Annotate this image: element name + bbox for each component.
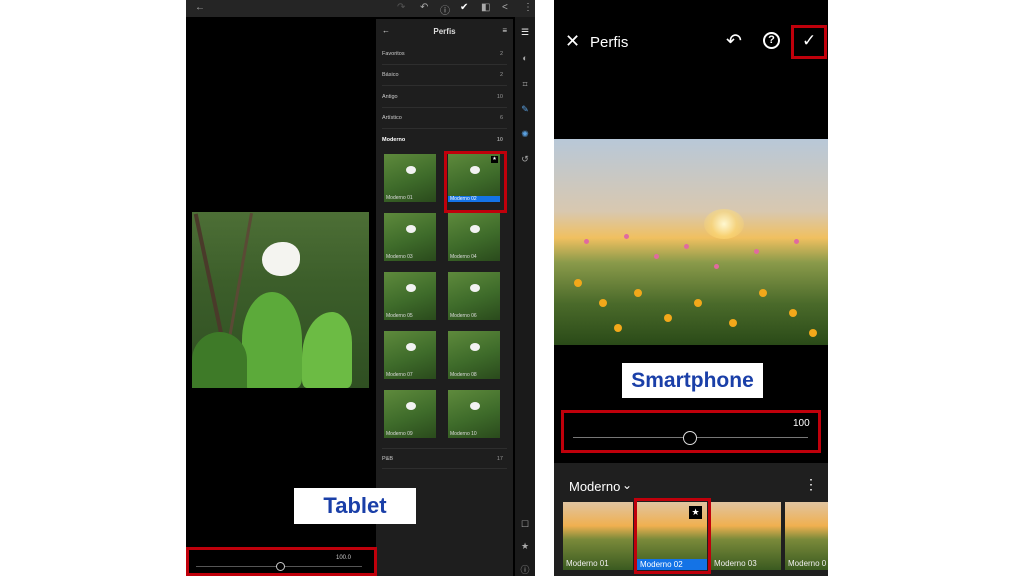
panel-header: ← Perfis ≡ <box>376 19 513 44</box>
category-moderno[interactable]: Moderno 10 <box>382 130 507 151</box>
sliders-icon[interactable]: ☰ <box>515 27 535 38</box>
crop-icon[interactable]: ⌗ <box>515 79 535 90</box>
undo-icon[interactable]: ↶ <box>726 30 742 53</box>
profile-thumb[interactable]: Moderno 08 <box>448 331 500 379</box>
undo-icon[interactable]: ↶ <box>420 2 428 13</box>
info-icon[interactable]: ⓘ <box>515 563 535 576</box>
highlight-phone-confirm <box>791 25 827 59</box>
highlight-tablet-slider <box>186 547 377 576</box>
profile-thumb[interactable]: Moderno 06 <box>448 272 500 320</box>
profile-thumb[interactable]: Moderno 01 <box>384 154 436 202</box>
help-icon[interactable]: ⓘ <box>440 2 450 17</box>
profile-thumb[interactable]: Moderno 09 <box>384 390 436 438</box>
group-dropdown[interactable]: Moderno <box>569 479 620 494</box>
help-icon[interactable]: ? <box>763 32 780 49</box>
category-basico[interactable]: Básico 2 <box>382 65 507 86</box>
profile-thumb[interactable]: Moderno 01 <box>563 502 633 570</box>
profile-thumb[interactable]: Moderno 03 <box>384 213 436 261</box>
profile-thumb[interactable]: Moderno 03 <box>711 502 781 570</box>
redo-icon[interactable]: ↷ <box>397 2 405 13</box>
phone-title: Perfis <box>590 34 629 51</box>
profile-thumb[interactable]: Moderno 10 <box>448 390 500 438</box>
star-icon[interactable]: ★ <box>515 541 535 552</box>
caption-tablet: Tablet <box>294 488 416 524</box>
profile-thumb[interactable]: Moderno 04 <box>448 213 500 261</box>
tablet-photo-calla-lily <box>192 212 369 388</box>
caption-smartphone: Smartphone <box>622 363 763 398</box>
history-icon[interactable]: ↺ <box>515 154 535 165</box>
category-antigo[interactable]: Antigo 10 <box>382 87 507 108</box>
back-arrow-icon[interactable]: ← <box>195 2 205 13</box>
profile-thumb[interactable]: Moderno 0 <box>785 502 828 570</box>
presets-icon[interactable]: ✺ <box>515 129 535 140</box>
category-artistico[interactable]: Artístico 6 <box>382 108 507 129</box>
chevron-down-icon[interactable]: ⌄ <box>622 478 632 492</box>
panel-title: Perfis <box>433 27 456 36</box>
menu-icon[interactable]: ≡ <box>502 26 507 35</box>
highlight-phone-slider <box>561 410 821 453</box>
tablet-toolbar: ← ↷ ↶ ⓘ ✔ ◧ < ⋮ <box>186 0 535 17</box>
check-icon[interactable]: ✔ <box>460 2 468 13</box>
more-icon[interactable]: ⋮ <box>523 2 533 13</box>
profile-thumb[interactable]: Moderno 05 <box>384 272 436 320</box>
color-icon[interactable]: ◐ <box>515 53 535 63</box>
profile-thumb[interactable]: Moderno 07 <box>384 331 436 379</box>
brush-icon[interactable]: ✎ <box>515 104 535 115</box>
phone-screen: ✕ Perfis ↶ ? ✓ 100 Moderno ⌄ ⋮ Moderno 0… <box>554 0 828 576</box>
highlight-phone-thumb <box>634 498 711 574</box>
comment-icon[interactable]: ☐ <box>515 519 535 530</box>
highlight-tablet-thumb <box>444 151 507 213</box>
phone-photo-wildflowers <box>554 139 828 345</box>
compare-icon[interactable]: ◧ <box>481 2 490 13</box>
tools-rail: ☰ ◐ ⌗ ✎ ✺ ↺ ☐ ★ ⓘ <box>515 17 535 576</box>
category-pb[interactable]: P&B 17 <box>382 448 507 469</box>
category-favoritos[interactable]: Favoritos 2 <box>382 44 507 65</box>
share-icon[interactable]: < <box>502 2 508 13</box>
more-icon[interactable]: ⋮ <box>804 476 818 493</box>
close-icon[interactable]: ✕ <box>565 31 580 52</box>
